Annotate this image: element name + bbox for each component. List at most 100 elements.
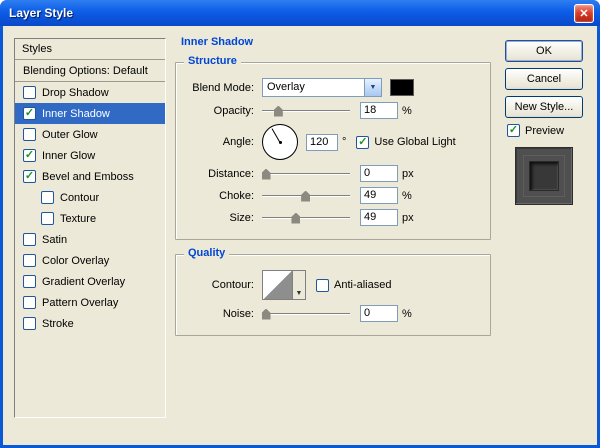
gradient-overlay-checkbox[interactable] bbox=[23, 275, 36, 288]
sidebar-item-stroke[interactable]: Stroke bbox=[15, 313, 165, 334]
contour-label: Contour: bbox=[211, 279, 254, 291]
anti-aliased-row: Anti-aliased bbox=[316, 278, 392, 292]
angle-label: Angle: bbox=[222, 136, 254, 148]
blend-mode-label: Blend Mode: bbox=[192, 81, 254, 94]
color-overlay-checkbox[interactable] bbox=[23, 254, 36, 267]
dialog-body: Styles Blending Options: Default Drop Sh… bbox=[3, 26, 597, 445]
size-slider[interactable] bbox=[262, 211, 350, 225]
inner-shadow-panel: Inner Shadow Structure Blend Mode: Overl… bbox=[175, 36, 491, 336]
noise-input[interactable]: 0 bbox=[360, 305, 398, 322]
choke-label: Choke: bbox=[219, 189, 254, 202]
sidebar-item-contour[interactable]: Contour bbox=[15, 187, 165, 208]
sidebar-item-satin[interactable]: Satin bbox=[15, 229, 165, 250]
sidebar-item-gradient-overlay[interactable]: Gradient Overlay bbox=[15, 271, 165, 292]
sidebar-item-pattern-overlay[interactable]: Pattern Overlay bbox=[15, 292, 165, 313]
angle-input[interactable]: 120 bbox=[306, 133, 338, 151]
noise-label: Noise: bbox=[222, 307, 254, 320]
angle-row: Angle: 120 ° ✓ Use Global Light bbox=[184, 124, 482, 160]
pattern-overlay-checkbox[interactable] bbox=[23, 296, 36, 309]
contour-thumbnail[interactable] bbox=[263, 271, 293, 299]
panel-title: Inner Shadow bbox=[181, 36, 254, 48]
contour-row: Contour: ▼ Anti-aliased bbox=[184, 270, 482, 300]
choke-slider[interactable] bbox=[262, 189, 350, 203]
sidebar-item-outer-glow[interactable]: Outer Glow bbox=[15, 124, 165, 145]
sidebar-item-bevel-and-emboss[interactable]: ✓ Bevel and Emboss bbox=[15, 166, 165, 187]
distance-unit: px bbox=[402, 167, 414, 180]
ok-button[interactable]: OK bbox=[505, 40, 583, 62]
action-column: OK Cancel New Style... ✓ Preview bbox=[505, 40, 587, 205]
outer-glow-checkbox[interactable] bbox=[23, 128, 36, 141]
bevel-and-emboss-checkbox[interactable]: ✓ bbox=[23, 170, 36, 183]
sidebar-item-label: Stroke bbox=[42, 317, 74, 330]
slider-thumb[interactable] bbox=[261, 308, 271, 320]
sidebar-item-label: Texture bbox=[60, 212, 97, 225]
sidebar-item-label: Bevel and Emboss bbox=[42, 170, 134, 183]
contour-checkbox[interactable] bbox=[41, 191, 54, 204]
opacity-slider[interactable] bbox=[262, 104, 350, 118]
sidebar-item-label: Outer Glow bbox=[42, 128, 98, 141]
chevron-down-icon[interactable]: ▼ bbox=[364, 79, 381, 96]
anti-aliased-checkbox[interactable] bbox=[316, 278, 329, 292]
stroke-checkbox[interactable] bbox=[23, 317, 36, 330]
angle-unit: ° bbox=[342, 136, 347, 148]
sidebar-item-label: Pattern Overlay bbox=[42, 296, 119, 309]
size-row: Size: 49 px bbox=[184, 209, 482, 226]
distance-row: Distance: 0 px bbox=[184, 165, 482, 182]
opacity-input[interactable]: 18 bbox=[360, 102, 398, 119]
slider-thumb[interactable] bbox=[301, 190, 311, 202]
texture-checkbox[interactable] bbox=[41, 212, 54, 225]
layer-style-dialog: Layer Style ✕ Styles Blending Options: D… bbox=[0, 0, 600, 448]
preview-checkbox[interactable]: ✓ bbox=[507, 124, 520, 137]
use-global-light-checkbox[interactable]: ✓ bbox=[356, 135, 370, 149]
size-input[interactable]: 49 bbox=[360, 209, 398, 226]
opacity-row: Opacity: 18 % bbox=[184, 102, 482, 119]
style-preview-thumbnail bbox=[515, 147, 573, 205]
preview-label: Preview bbox=[525, 124, 565, 137]
sidebar-item-inner-glow[interactable]: ✓ Inner Glow bbox=[15, 145, 165, 166]
use-global-light-row: ✓ Use Global Light bbox=[356, 135, 456, 149]
slider-track bbox=[262, 216, 350, 219]
sidebar-item-blending-options[interactable]: Blending Options: Default bbox=[15, 60, 165, 82]
noise-unit: % bbox=[402, 307, 412, 320]
size-unit: px bbox=[402, 211, 414, 224]
sidebar-item-drop-shadow[interactable]: Drop Shadow bbox=[15, 82, 165, 103]
preview-inner-square bbox=[529, 161, 559, 191]
sidebar-item-color-overlay[interactable]: Color Overlay bbox=[15, 250, 165, 271]
sidebar-item-label: Drop Shadow bbox=[42, 86, 109, 99]
sidebar-item-texture[interactable]: Texture bbox=[15, 208, 165, 229]
choke-input[interactable]: 49 bbox=[360, 187, 398, 204]
inner-glow-checkbox[interactable]: ✓ bbox=[23, 149, 36, 162]
drop-shadow-checkbox[interactable] bbox=[23, 86, 36, 99]
slider-thumb[interactable] bbox=[273, 105, 283, 117]
titlebar[interactable]: Layer Style ✕ bbox=[0, 0, 600, 26]
contour-picker[interactable]: ▼ bbox=[262, 270, 306, 300]
sidebar-item-label: Gradient Overlay bbox=[42, 275, 126, 288]
anti-aliased-label: Anti-aliased bbox=[334, 279, 392, 291]
distance-input[interactable]: 0 bbox=[360, 165, 398, 182]
window-title: Layer Style bbox=[9, 6, 74, 20]
sidebar-item-label: Blending Options: Default bbox=[23, 64, 148, 77]
blend-mode-row: Blend Mode: Overlay ▼ bbox=[184, 78, 482, 97]
opacity-label: Opacity: bbox=[213, 104, 254, 117]
styles-list: Styles Blending Options: Default Drop Sh… bbox=[14, 38, 166, 418]
structure-group-title: Structure bbox=[184, 55, 241, 67]
slider-thumb[interactable] bbox=[261, 168, 271, 180]
distance-slider[interactable] bbox=[261, 167, 350, 181]
quality-group: Quality Contour: ▼ Anti-aliased Noise: 0… bbox=[175, 247, 491, 336]
inner-shadow-checkbox[interactable]: ✓ bbox=[23, 107, 36, 120]
sidebar-item-inner-shadow[interactable]: ✓ Inner Shadow bbox=[15, 103, 165, 124]
choke-unit: % bbox=[402, 189, 412, 202]
distance-label: Distance: bbox=[208, 167, 254, 180]
slider-thumb[interactable] bbox=[291, 212, 301, 224]
satin-checkbox[interactable] bbox=[23, 233, 36, 246]
shadow-color-swatch[interactable] bbox=[390, 79, 414, 96]
blend-mode-select[interactable]: Overlay ▼ bbox=[262, 78, 382, 97]
noise-slider[interactable] bbox=[261, 307, 350, 321]
new-style-button[interactable]: New Style... bbox=[505, 96, 583, 118]
angle-dial[interactable] bbox=[262, 124, 298, 160]
choke-row: Choke: 49 % bbox=[184, 187, 482, 204]
close-button[interactable]: ✕ bbox=[574, 3, 594, 23]
cancel-button[interactable]: Cancel bbox=[505, 68, 583, 90]
sidebar-item-label: Color Overlay bbox=[42, 254, 110, 267]
chevron-down-icon[interactable]: ▼ bbox=[293, 271, 305, 299]
